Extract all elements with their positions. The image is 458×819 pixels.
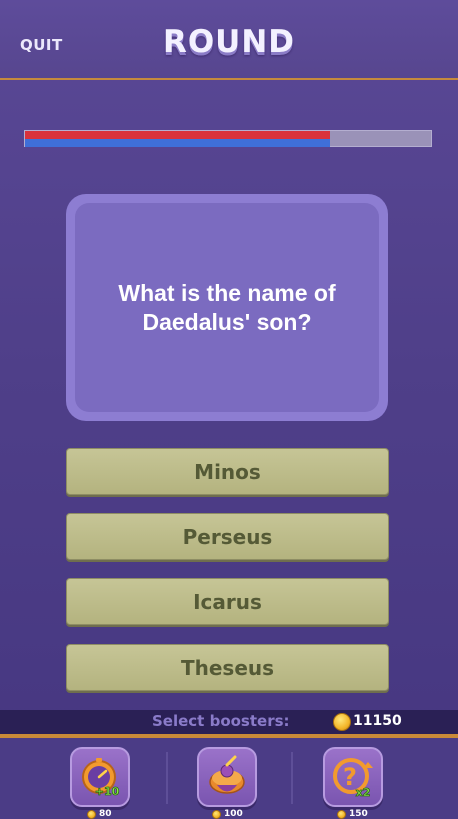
progress-fill-blue xyxy=(25,139,330,147)
question-x2-icon: ? x2 xyxy=(333,758,373,799)
select-boosters-label: Select boosters: xyxy=(152,712,290,730)
answer-label: Theseus xyxy=(180,655,275,680)
coin-icon xyxy=(333,713,351,731)
timer-progress-bar xyxy=(24,130,432,147)
booster-price: 100 xyxy=(212,808,243,819)
booster-time-plus10[interactable]: +10 xyxy=(70,747,130,807)
question-card: What is the name of Daedalus' son? xyxy=(66,194,388,421)
answer-button-minos[interactable]: Minos xyxy=(66,448,389,495)
booster-strip: +10 80 100 ? x2 150 xyxy=(0,734,458,819)
divider xyxy=(166,752,168,804)
booster-price-value: 150 xyxy=(349,809,368,819)
booster-price-value: 80 xyxy=(99,809,112,819)
top-bar: QUIT ROUND xyxy=(0,0,458,80)
booster-badge: +10 xyxy=(95,785,120,798)
booster-double-points[interactable]: ? x2 xyxy=(323,747,383,807)
page-title: ROUND xyxy=(162,24,296,60)
answer-label: Perseus xyxy=(182,524,273,549)
answer-button-theseus[interactable]: Theseus xyxy=(66,644,389,691)
progress-fill-red xyxy=(25,131,330,139)
answer-label: Icarus xyxy=(193,589,262,614)
booster-badge: x2 xyxy=(356,786,371,799)
answer-button-perseus[interactable]: Perseus xyxy=(66,513,389,560)
coin-balance: 11150 xyxy=(353,713,402,729)
divider xyxy=(291,752,293,804)
coin-icon xyxy=(212,809,221,819)
question-text: What is the name of Daedalus' son? xyxy=(118,279,336,335)
question-inner: What is the name of Daedalus' son? xyxy=(75,203,379,412)
booster-price: 80 xyxy=(87,808,112,819)
coin-icon xyxy=(87,809,96,819)
booster-price-value: 100 xyxy=(224,809,243,819)
answer-button-icarus[interactable]: Icarus xyxy=(66,578,389,625)
stopwatch-plus10-icon: +10 xyxy=(82,758,120,798)
answer-label: Minos xyxy=(194,459,261,484)
coin-icon xyxy=(337,809,346,819)
booster-bar: Select boosters: 11150 xyxy=(0,710,458,734)
booster-price: 150 xyxy=(337,808,368,819)
spinning-top-icon xyxy=(209,755,245,794)
booster-spinning-top[interactable] xyxy=(197,747,257,807)
